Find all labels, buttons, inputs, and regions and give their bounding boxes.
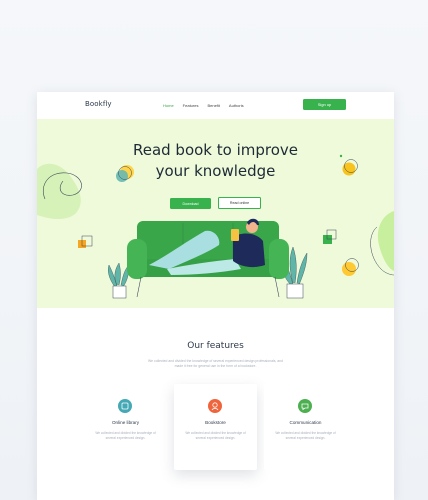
- left-plant-leaves: [108, 262, 130, 288]
- feature-card-desc: We collected and divided the knowledge o…: [185, 431, 246, 440]
- hero-section: Read book to improve your knowledge Down…: [37, 119, 394, 308]
- bookstore-icon: [208, 399, 222, 413]
- hero-illustration: [37, 154, 394, 299]
- nav-link-benefit[interactable]: Benefit: [207, 103, 219, 108]
- communication-icon: [298, 399, 312, 413]
- nav-link-features[interactable]: Features: [183, 103, 199, 108]
- signup-button[interactable]: Sign up: [303, 99, 346, 110]
- feature-card-communication[interactable]: Communication We collected and divided t…: [264, 384, 347, 470]
- nav-link-authors[interactable]: Authoris: [229, 103, 244, 108]
- feature-card-online-library[interactable]: Online library We collected and divided …: [84, 384, 167, 470]
- feature-card-title: Communication: [289, 420, 322, 425]
- sofa-leg-right: [274, 276, 280, 298]
- feature-card-desc: We collected and divided the knowledge o…: [95, 431, 156, 440]
- left-circle-teal: [116, 170, 128, 182]
- right-blob-shape: [377, 211, 394, 271]
- feature-card-bookstore[interactable]: Bookstore We collected and divided the k…: [174, 384, 257, 470]
- sofa-leg-left: [136, 276, 142, 298]
- feature-card-desc: We collected and divided the knowledge o…: [275, 431, 336, 440]
- sofa-right-arm: [269, 239, 289, 279]
- right-circle-yellow: [342, 262, 356, 276]
- top-nav: Bookfly Home Features Benefit Authoris S…: [37, 92, 394, 119]
- nav-links: Home Features Benefit Authoris: [163, 103, 244, 108]
- right-plant-pot: [286, 283, 304, 299]
- feature-card-title: Bookstore: [205, 420, 226, 425]
- features-title: Our features: [187, 341, 244, 351]
- sofa-left-arm: [127, 239, 147, 279]
- library-icon: [118, 399, 132, 413]
- logo[interactable]: Bookfly: [85, 100, 112, 108]
- right-dot-green: [339, 154, 343, 158]
- landing-page: Bookfly Home Features Benefit Authoris S…: [37, 92, 394, 500]
- features-subtitle: We collected and divided the knowledge o…: [148, 359, 283, 369]
- left-plant-pot: [112, 285, 127, 299]
- person-book: [231, 229, 239, 241]
- feature-card-title: Online library: [111, 420, 140, 425]
- left-blob-shape: [37, 163, 81, 220]
- right-green-square: [323, 235, 332, 244]
- nav-link-home[interactable]: Home: [163, 103, 174, 108]
